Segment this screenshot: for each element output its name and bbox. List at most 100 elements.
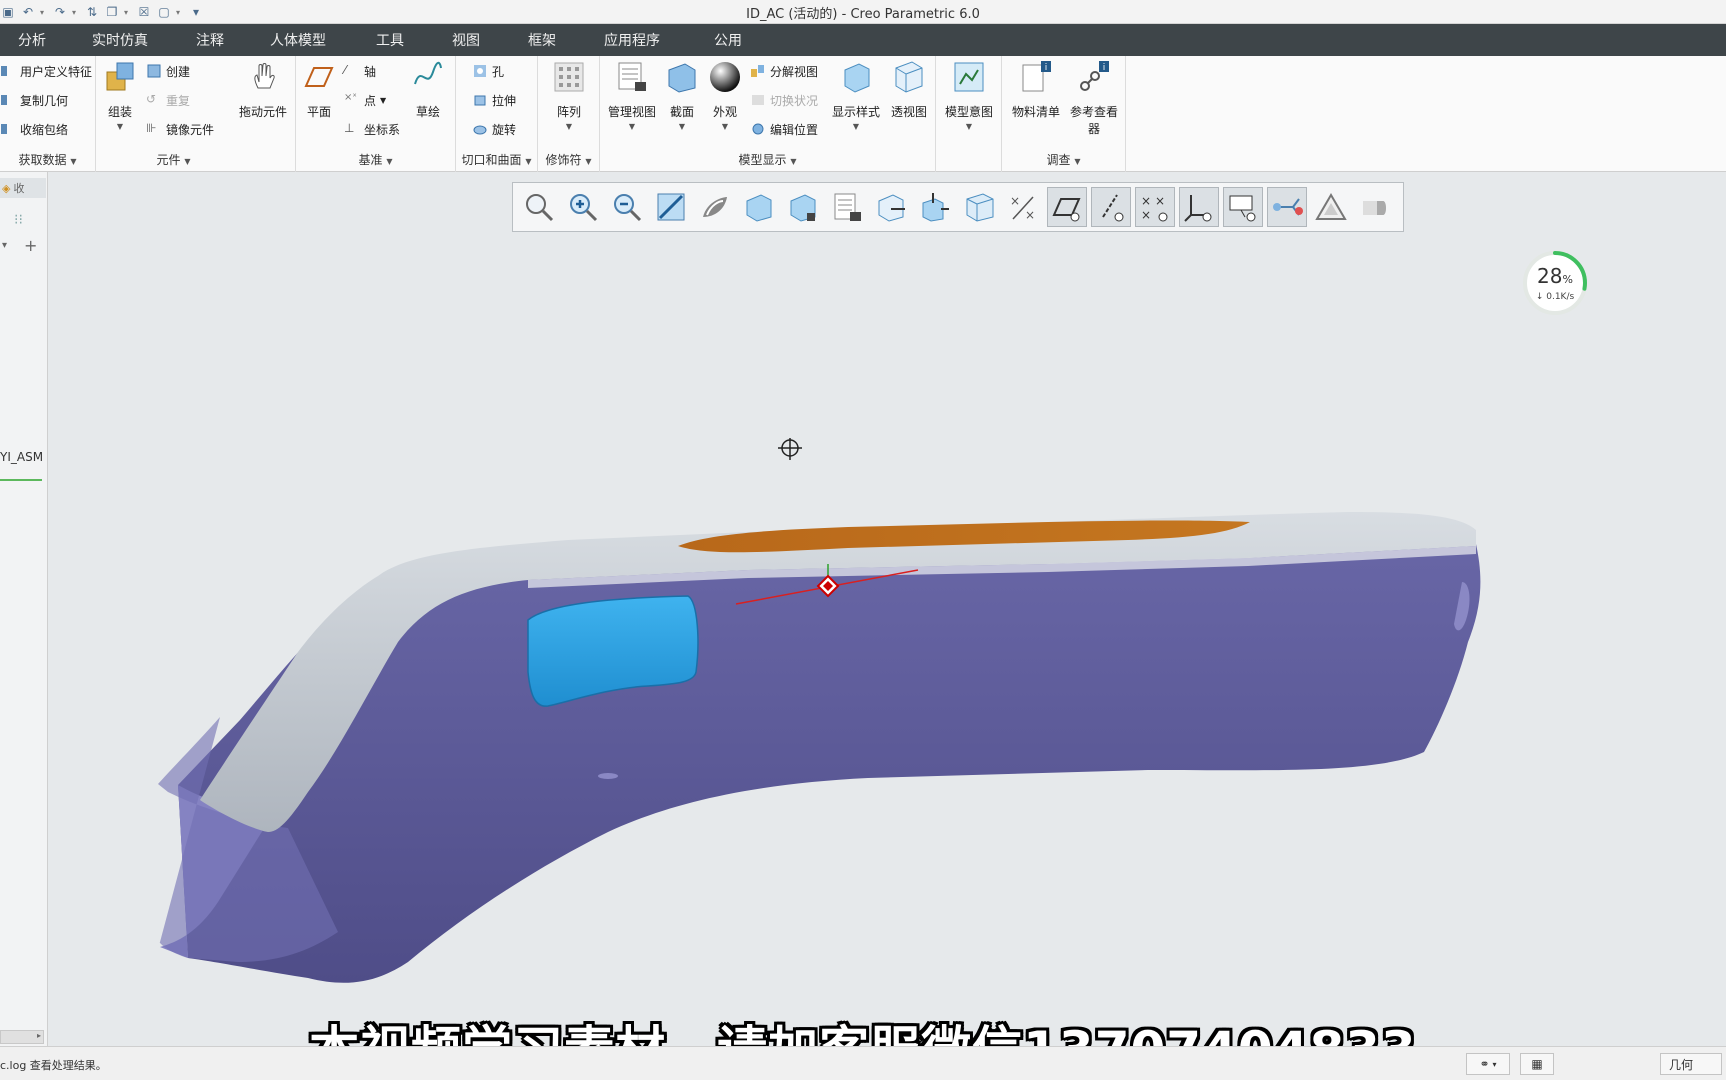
spin-center-display-icon[interactable]	[1267, 187, 1307, 227]
group-model-display-label[interactable]: 模型显示 ▼	[600, 151, 935, 168]
menu-manikin[interactable]: 人体模型	[270, 30, 326, 50]
annotation-display-icon[interactable]	[1223, 187, 1263, 227]
binoculars-icon: ⚭	[1479, 1057, 1490, 1071]
spin-center-cursor	[778, 438, 802, 460]
svg-text:×: ×	[1155, 194, 1165, 208]
zoom-out-icon[interactable]	[607, 187, 647, 227]
appearance-dropdown-icon[interactable]: ▼	[706, 122, 744, 131]
tree-selection-indicator	[0, 479, 42, 481]
group-component-label[interactable]: 元件 ▼	[96, 151, 251, 168]
udf-button[interactable]: 用户定义特征	[0, 60, 92, 82]
menu-analysis[interactable]: 分析	[18, 30, 46, 50]
svg-text:×: ×	[1010, 194, 1020, 208]
model-intent-dropdown-icon[interactable]: ▼	[940, 122, 998, 131]
shaded-icon[interactable]	[695, 187, 735, 227]
menu-view[interactable]: 视图	[452, 30, 480, 50]
axis-display-icon[interactable]	[1091, 187, 1131, 227]
saved-views-icon[interactable]	[783, 187, 823, 227]
underside-detail	[598, 773, 618, 779]
section-button[interactable]: 截面 ▼	[664, 60, 700, 131]
udf-label: 用户定义特征	[20, 64, 93, 79]
edit-position-button[interactable]: 编辑位置	[750, 118, 818, 140]
manage-views-button[interactable]: 管理视图 ▼	[606, 60, 658, 131]
tree-item-asm[interactable]: YI_ASM	[0, 450, 43, 464]
add-column-icon[interactable]: +	[24, 236, 37, 255]
group-investigate-label[interactable]: 调查 ▼	[1002, 151, 1125, 168]
display-style-dropdown-icon[interactable]: ▼	[830, 122, 882, 131]
menu-applications[interactable]: 应用程序	[604, 30, 660, 50]
menu-simulation[interactable]: 实时仿真	[92, 30, 148, 50]
datum-point-display-icon[interactable]: × × ×	[1135, 187, 1175, 227]
plane-display-icon[interactable]	[1047, 187, 1087, 227]
group-get-data-label[interactable]: 获取数据 ▼	[0, 151, 95, 168]
point-dropdown-icon[interactable]: ▼	[380, 96, 386, 105]
view-manager-icon[interactable]	[827, 187, 867, 227]
tree-settings-icon[interactable]: ⁝⁝	[14, 212, 23, 228]
perspective-button[interactable]: 透视图	[886, 60, 932, 120]
model-intent-icon	[954, 62, 984, 92]
perspective-icon	[895, 61, 923, 93]
model-3d-render[interactable]	[48, 172, 1726, 1046]
hole-button[interactable]: 孔	[472, 60, 504, 82]
section-view-icon[interactable]	[871, 187, 911, 227]
bom-button[interactable]: i 物料清单	[1010, 60, 1062, 120]
display-style-button[interactable]: 显示样式 ▼	[830, 60, 882, 131]
assemble-label: 组装	[107, 105, 132, 119]
create-button[interactable]: 创建	[146, 60, 190, 82]
copy-geometry-button[interactable]: 复制几何	[0, 89, 68, 111]
status-message: c.log 查看处理结果。	[0, 1059, 107, 1072]
zoom-in-icon[interactable]	[563, 187, 603, 227]
group-modifiers-label[interactable]: 修饰符 ▼	[538, 151, 599, 168]
menu-common[interactable]: 公用	[714, 30, 742, 50]
extrude-button[interactable]: 拉伸	[472, 89, 516, 111]
assemble-dropdown-icon[interactable]: ▼	[102, 122, 138, 131]
point-display-icon[interactable]: × ×	[1003, 187, 1043, 227]
exploded-view-icon	[751, 65, 764, 77]
model-tree-tab[interactable]: ◈ 收	[0, 178, 46, 198]
edit-position-icon	[752, 123, 764, 135]
appearance-button[interactable]: 外观 ▼	[706, 60, 744, 131]
exploded-view-button[interactable]: 分解视图	[750, 60, 818, 82]
graphics-viewport[interactable]	[48, 172, 1726, 1046]
group-cut-surface-label[interactable]: 切口和曲面 ▼	[456, 151, 537, 168]
find-dropdown-icon[interactable]: ▾	[1493, 1060, 1497, 1069]
mirror-component-button[interactable]: ⊪ 镜像元件	[146, 118, 214, 140]
selection-filter-dropdown[interactable]: 几何	[1660, 1053, 1722, 1075]
model-intent-button[interactable]: 模型意图 ▼	[940, 60, 998, 131]
revolve-button[interactable]: 旋转	[472, 118, 516, 140]
plane-button[interactable]: 平面	[302, 60, 336, 120]
manage-views-dropdown-icon[interactable]: ▼	[606, 122, 658, 131]
toggle-status-button[interactable]: 切换状况	[750, 89, 818, 111]
selection-buffer-button[interactable]: ▦	[1520, 1053, 1554, 1075]
sketch-button[interactable]: 草绘	[408, 60, 448, 120]
section-dropdown-icon[interactable]: ▼	[664, 122, 700, 131]
model-tree-tab-label: 收	[13, 182, 25, 195]
menu-annotate[interactable]: 注释	[196, 30, 224, 50]
manage-views-label: 管理视图	[607, 105, 656, 119]
assemble-button[interactable]: 组装 ▼	[102, 60, 138, 131]
shading-reflection-icon[interactable]	[1355, 187, 1395, 227]
reference-viewer-button[interactable]: i 参考查看器	[1066, 60, 1122, 137]
perspective-view-icon[interactable]	[959, 187, 999, 227]
refit-icon[interactable]	[519, 187, 559, 227]
menu-tools[interactable]: 工具	[376, 30, 404, 50]
drag-components-button[interactable]: 拖动元件	[234, 60, 292, 120]
explode-view-icon[interactable]	[915, 187, 955, 227]
csys-display-icon[interactable]	[1179, 187, 1219, 227]
point-button[interactable]: ×ˣ 点 ▼	[344, 89, 386, 111]
group-datum-label[interactable]: 基准 ▼	[296, 151, 455, 168]
tri-display-icon[interactable]	[1311, 187, 1351, 227]
axis-button[interactable]: ⁄ 轴	[344, 60, 376, 82]
repaint-icon[interactable]	[651, 187, 691, 227]
csys-button[interactable]: ⊥ 坐标系	[344, 118, 400, 140]
pattern-dropdown-icon[interactable]: ▼	[550, 122, 588, 131]
find-button[interactable]: ⚭ ▾	[1466, 1053, 1510, 1075]
view-orient-icon[interactable]	[739, 187, 779, 227]
status-bar: c.log 查看处理结果。 ⚭ ▾ ▦ 几何	[0, 1046, 1726, 1080]
pattern-button[interactable]: 阵列 ▼	[550, 60, 588, 131]
group-get-data: 用户定义特征 复制几何 收缩包络 获取数据 ▼	[0, 56, 96, 172]
menu-framework[interactable]: 框架	[528, 30, 556, 50]
shrinkwrap-button[interactable]: 收缩包络	[0, 118, 68, 140]
repeat-button[interactable]: ↺ 重复	[146, 89, 190, 111]
tree-filter-dropdown-icon[interactable]: ▾	[2, 240, 7, 251]
